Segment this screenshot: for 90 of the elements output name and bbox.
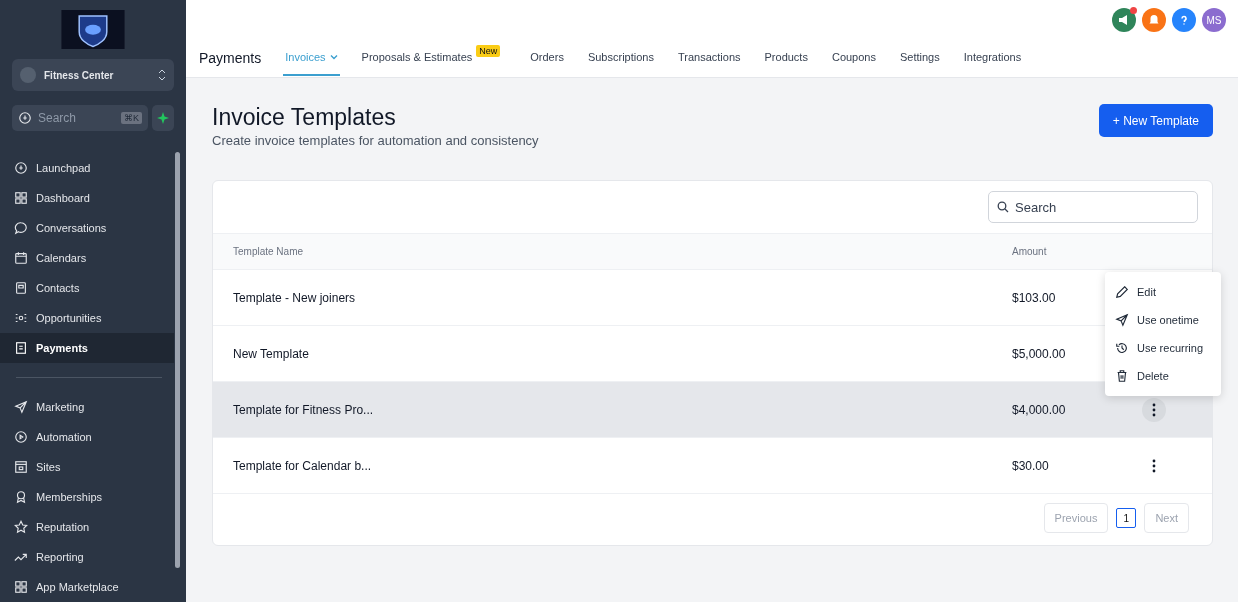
- contact-card-icon: [14, 281, 28, 295]
- nav-tab[interactable]: Coupons: [829, 40, 878, 76]
- nav-item[interactable]: Reporting: [0, 542, 174, 572]
- notification-dot: [1130, 7, 1137, 14]
- shortcut-key: ⌘K: [121, 112, 142, 124]
- paper-plane-icon: [1115, 313, 1129, 327]
- rocket-icon: [14, 161, 28, 175]
- nav-item[interactable]: Dashboard: [0, 183, 174, 213]
- bell-icon: [1148, 14, 1160, 26]
- nav-tab[interactable]: Subscriptions: [585, 40, 656, 76]
- help-button[interactable]: [1172, 8, 1196, 32]
- nav-item[interactable]: Contacts: [0, 273, 174, 303]
- more-button[interactable]: [1142, 397, 1166, 422]
- page-title: Invoice Templates: [212, 104, 397, 131]
- new-badge: New: [476, 45, 501, 57]
- new-template-button[interactable]: + New Template: [1098, 104, 1213, 137]
- paper-plane-icon: [14, 400, 28, 414]
- calendar-icon: [14, 251, 28, 265]
- column-header: Template Name: [233, 246, 304, 257]
- nav-tab[interactable]: Transactions: [675, 40, 743, 76]
- nav-label: Memberships: [36, 491, 103, 503]
- search-icon: [18, 111, 32, 125]
- section-title: Payments: [199, 50, 262, 66]
- nav-label: Launchpad: [36, 162, 91, 174]
- column-header: Amount: [1012, 246, 1047, 257]
- table-cell: $4,000.00: [1012, 381, 1142, 437]
- nav-item[interactable]: Payments: [0, 333, 174, 363]
- location-switcher[interactable]: Fitness Center: [12, 59, 174, 91]
- chat-icon: [14, 221, 28, 235]
- table-cell: Template for Calendar b...: [213, 437, 1012, 493]
- nav-label: Dashboard: [36, 192, 90, 204]
- trash-icon: [1115, 369, 1129, 383]
- page-button[interactable]: 1: [1116, 508, 1137, 528]
- nav-label: Sites: [36, 461, 61, 473]
- kebab-icon: [1152, 402, 1156, 417]
- page-subtitle: Create invoice templates for automation and consistency: [212, 133, 539, 148]
- award-icon: [14, 490, 28, 504]
- megaphone-icon: [1118, 14, 1130, 26]
- kebab-icon: [1152, 458, 1156, 473]
- location-icon: [20, 67, 36, 84]
- nav-label: Automation: [36, 431, 92, 443]
- nav-tab[interactable]: Orders: [528, 40, 566, 76]
- search-field[interactable]: Search: [988, 191, 1198, 223]
- user-avatar[interactable]: MS: [1202, 8, 1226, 32]
- document-icon: [14, 341, 28, 355]
- logo-icon: [61, 10, 125, 50]
- nav-label: Contacts: [36, 282, 80, 294]
- table-cell: $30.00: [1012, 437, 1142, 493]
- search-input[interactable]: Search: [36, 110, 117, 126]
- nav-tab[interactable]: Proposals & Estimates: [359, 40, 475, 76]
- notifications-button[interactable]: [1142, 8, 1166, 32]
- table-cell: Template for Fitness Pro...: [213, 381, 1012, 437]
- nav-item[interactable]: Reputation: [0, 512, 174, 542]
- location-name: Fitness Center: [44, 69, 115, 81]
- nav-label: Reporting: [36, 551, 84, 563]
- nav-item[interactable]: Launchpad: [0, 153, 174, 183]
- nav-item[interactable]: Memberships: [0, 482, 174, 512]
- nav-item[interactable]: Marketing: [0, 392, 174, 422]
- updown-icon: [158, 68, 166, 83]
- chevron-down-icon: [329, 53, 338, 61]
- nav-label: Opportunities: [36, 312, 102, 324]
- nav-tab[interactable]: Integrations: [961, 40, 1024, 76]
- nav-label: App Marketplace: [36, 581, 119, 593]
- browser-icon: [14, 460, 28, 474]
- sparkle-icon: [157, 112, 169, 124]
- pencil-icon: [1115, 285, 1129, 299]
- nav-label: Calendars: [36, 252, 87, 264]
- nav-label: Marketing: [36, 401, 85, 413]
- nav-item[interactable]: Calendars: [0, 243, 174, 273]
- nav-tab[interactable]: Products: [762, 40, 810, 76]
- scrollbar[interactable]: [175, 152, 180, 568]
- nav-item[interactable]: App Marketplace: [0, 572, 174, 602]
- megaphone-button[interactable]: [1112, 8, 1136, 32]
- nav-item[interactable]: Opportunities: [0, 303, 174, 333]
- grid-icon: [14, 580, 28, 594]
- search-icon: [997, 201, 1009, 213]
- history-icon: [1115, 341, 1129, 355]
- nav-label: Payments: [36, 342, 88, 354]
- nav-tab[interactable]: Settings: [898, 40, 942, 76]
- table-cell: Template - New joiners: [213, 269, 1012, 325]
- network-icon: [14, 311, 28, 325]
- star-icon: [14, 520, 28, 534]
- grid-icon: [14, 191, 28, 205]
- play-circle-icon: [14, 430, 28, 444]
- nav-label: Reputation: [36, 521, 90, 533]
- nav-item[interactable]: Sites: [0, 452, 174, 482]
- nav-item[interactable]: Automation: [0, 422, 174, 452]
- spark-button[interactable]: [152, 105, 174, 131]
- nav-label: Conversations: [36, 222, 107, 234]
- nav-item[interactable]: Conversations: [0, 213, 174, 243]
